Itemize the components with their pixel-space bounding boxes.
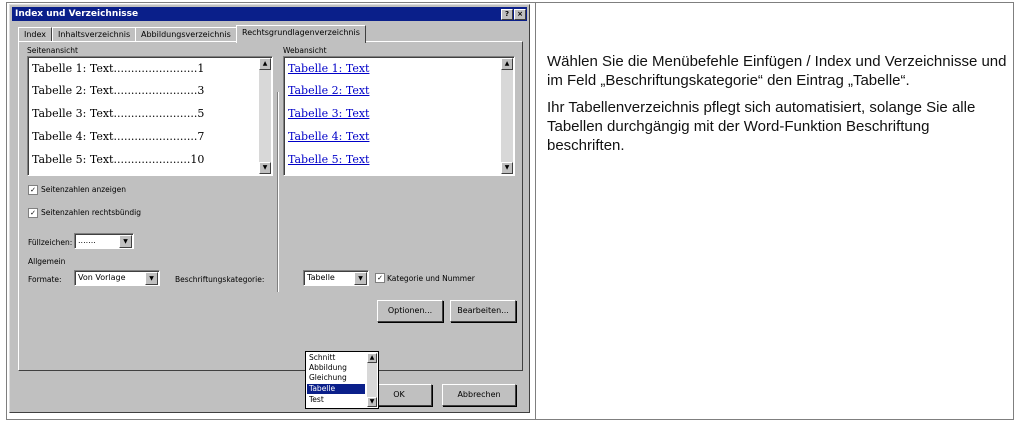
web-preview-link[interactable]: Tabelle 2: Text: [288, 84, 369, 97]
print-preview-row: Tabelle 4: Text........................7: [32, 130, 205, 143]
show-page-numbers-label: Seitenzahlen anzeigen: [41, 185, 127, 194]
options-button[interactable]: Optionen...: [377, 300, 443, 322]
scroll-down-icon[interactable]: ▼: [259, 162, 271, 174]
web-preview-label: Webansicht: [283, 46, 327, 55]
tab-leader-label: Füllzeichen:: [28, 238, 73, 247]
web-preview-link[interactable]: Tabelle 5: Text: [288, 153, 369, 166]
caption-label-select[interactable]: Tabelle ▼: [303, 270, 369, 286]
print-preview-row: Tabelle 5: Text......................10: [32, 153, 205, 166]
print-preview-scrollbar[interactable]: ▲ ▼: [259, 58, 271, 174]
caption-label-dropdown: Schnitt Abbildung Gleichung Tabelle Test…: [305, 351, 379, 409]
scroll-up-icon[interactable]: ▲: [501, 58, 513, 70]
modify-button[interactable]: Bearbeiten...: [450, 300, 516, 322]
instructions-text: Wählen Sie die Menübefehle Einfügen / In…: [547, 52, 1007, 163]
print-preview-label: Seitenansicht: [27, 46, 78, 55]
dropdown-option[interactable]: Schnitt: [307, 353, 365, 363]
show-page-numbers-checkbox[interactable]: ✓: [28, 185, 38, 195]
print-preview-row: Tabelle 3: Text........................5: [32, 107, 205, 120]
dropdown-option[interactable]: Test: [307, 395, 365, 405]
print-preview-row: Tabelle 2: Text........................3: [32, 84, 205, 97]
scroll-up-icon[interactable]: ▲: [367, 353, 377, 363]
dropdown-option[interactable]: Abbildung: [307, 363, 365, 373]
dropdown-option-selected[interactable]: Tabelle: [307, 384, 365, 394]
scroll-down-icon[interactable]: ▼: [501, 162, 513, 174]
formats-label: Formate:: [28, 275, 62, 284]
index-dialog: Index und Verzeichnisse ? × Index Inhalt…: [9, 4, 530, 413]
caption-label-label: Beschriftungskategorie:: [175, 275, 265, 284]
web-preview-link[interactable]: Tabelle 3: Text: [288, 107, 369, 120]
instructions-para-2: Ihr Tabellenverzeichnis pflegt sich auto…: [547, 99, 976, 154]
print-preview-box: Tabelle 1: Text........................1…: [27, 56, 273, 176]
chevron-down-icon[interactable]: ▼: [145, 272, 158, 285]
tab-panel: Seitenansicht Webansicht Tabelle 1: Text…: [18, 41, 523, 371]
general-label: Allgemein: [28, 257, 66, 266]
scroll-down-icon[interactable]: ▼: [367, 397, 377, 407]
web-preview-link[interactable]: Tabelle 1: Text: [288, 62, 369, 75]
web-preview-link[interactable]: Tabelle 4: Text: [288, 130, 369, 143]
web-preview-box: Tabelle 1: Text Tabelle 2: Text Tabelle …: [283, 56, 515, 176]
column-divider: [535, 2, 536, 420]
tab-toc[interactable]: Inhaltsverzeichnis: [52, 27, 137, 42]
scroll-up-icon[interactable]: ▲: [259, 58, 271, 70]
tab-table-of-figures[interactable]: Abbildungsverzeichnis: [135, 27, 237, 42]
dialog-title: Index und Verzeichnisse: [15, 9, 139, 19]
tab-leader-select[interactable]: ....... ▼: [74, 233, 134, 249]
tab-table-of-authorities[interactable]: Rechtsgrundlagenverzeichnis: [236, 25, 366, 43]
formats-select[interactable]: Von Vorlage ▼: [74, 270, 160, 286]
tab-index[interactable]: Index: [18, 27, 53, 42]
help-icon[interactable]: ?: [501, 9, 513, 20]
dropdown-option[interactable]: Gleichung: [307, 373, 365, 383]
include-label-number-checkbox[interactable]: ✓: [375, 273, 385, 283]
instructions-para-1: Wählen Sie die Menübefehle Einfügen / In…: [547, 53, 1007, 89]
close-icon[interactable]: ×: [514, 9, 526, 20]
preview-separator: [277, 92, 279, 292]
right-align-label: Seitenzahlen rechtsbündig: [41, 208, 142, 217]
chevron-down-icon[interactable]: ▼: [119, 235, 132, 248]
chevron-down-icon[interactable]: ▼: [354, 272, 367, 285]
print-preview-row: Tabelle 1: Text........................1: [32, 62, 205, 75]
right-align-checkbox[interactable]: ✓: [28, 208, 38, 218]
dialog-titlebar: Index und Verzeichnisse ? ×: [12, 7, 527, 21]
web-preview-scrollbar[interactable]: ▲ ▼: [501, 58, 513, 174]
include-label-number-label: Kategorie und Nummer: [387, 274, 475, 283]
dropdown-scrollbar[interactable]: ▲ ▼: [367, 353, 377, 407]
cancel-button[interactable]: Abbrechen: [442, 384, 516, 406]
